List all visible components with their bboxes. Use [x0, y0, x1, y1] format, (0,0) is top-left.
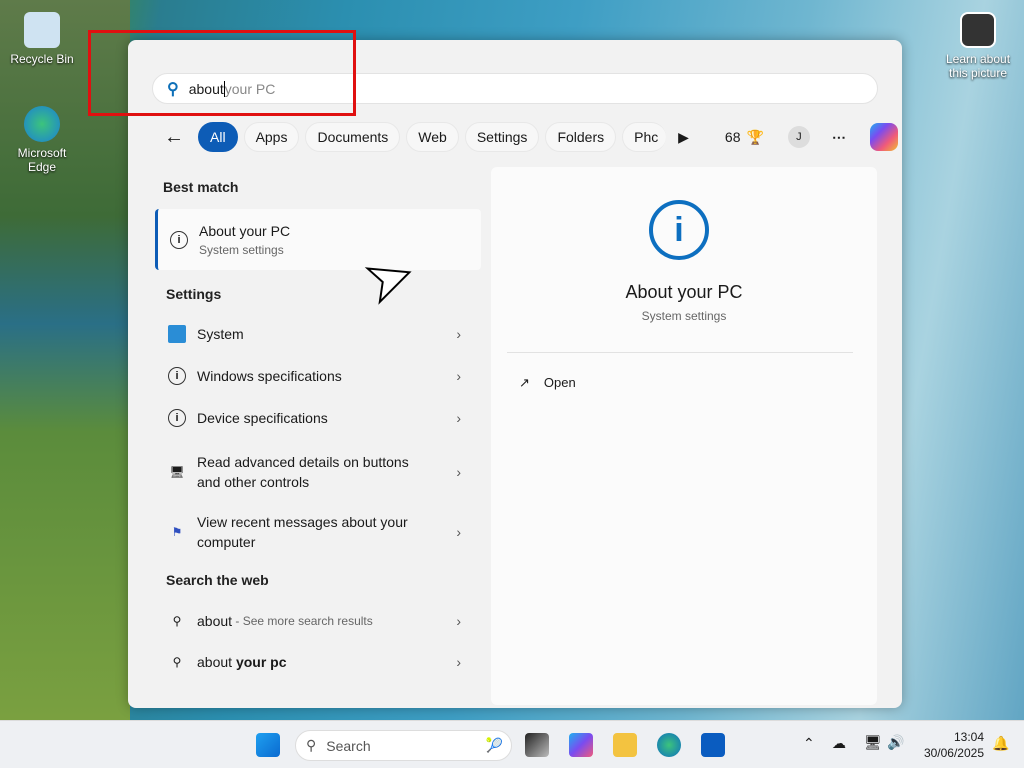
avatar[interactable]: J [787, 126, 810, 148]
label: Learn about this picture [945, 52, 1011, 80]
taskbar-search[interactable]: ⚲ Search 🎾 [295, 730, 512, 761]
monitor-alert-icon: 🖥 [169, 465, 185, 479]
section-settings: Settings [166, 286, 222, 302]
rewards-points[interactable]: 68 [725, 129, 741, 145]
chip-apps[interactable]: Apps [243, 122, 300, 152]
info-large-icon: i [649, 200, 709, 260]
recycle-bin-icon [24, 12, 60, 48]
back-arrow-icon[interactable]: ← [164, 126, 184, 149]
settings-item-system[interactable]: System › [156, 322, 481, 346]
label-bold: your pc [235, 654, 287, 670]
onedrive-icon[interactable]: ☁ [832, 735, 846, 752]
preview-pane: i About your PC System settings ↗ Open [491, 167, 877, 705]
desktop-icon-recycle-bin[interactable]: Recycle Bin [7, 12, 77, 66]
trophy-icon: 🏆 [746, 128, 764, 145]
chip-documents[interactable]: Documents [305, 122, 401, 152]
label: View recent messages about your computer [197, 514, 408, 550]
file-explorer-icon[interactable] [613, 733, 637, 757]
network-icon[interactable]: 🖥 [864, 734, 882, 751]
open-external-icon: ↗ [519, 375, 530, 390]
camera-info-icon [960, 12, 996, 48]
label: System [197, 326, 244, 342]
divider [507, 352, 853, 353]
search-icon: ⚲ [172, 655, 182, 669]
preview-subtitle: System settings [641, 309, 727, 323]
info-icon: i [170, 230, 188, 249]
open-action[interactable]: ↗ Open [519, 375, 576, 391]
chevron-right-icon: › [456, 368, 461, 384]
learn-about-picture[interactable]: Learn about this picture [943, 12, 1013, 80]
highlight-box [88, 30, 356, 116]
start-button[interactable] [256, 733, 280, 757]
chip-settings[interactable]: Settings [464, 122, 540, 152]
tennis-icon: 🎾 [485, 737, 503, 753]
flag-icon: ⚑ [171, 525, 183, 539]
notifications-icon[interactable]: 🔔 [992, 735, 1009, 752]
search-icon: ⚲ [172, 614, 182, 628]
volume-icon[interactable]: 🔊 [887, 734, 904, 751]
settings-item-device-specs[interactable]: i Device specifications › [156, 406, 481, 430]
settings-item-recent-messages[interactable]: ⚑ View recent messages about your compute… [156, 510, 481, 554]
best-match-about-your-pc[interactable]: i About your PC System settings [155, 209, 481, 270]
chevron-right-icon: › [456, 410, 461, 426]
chevron-right-icon: › [456, 524, 461, 540]
taskbar: ⚲ Search 🎾 ⌃ ☁ 🖥 🔊 13:04 30/06/2025 🔔 [0, 720, 1024, 768]
chip-folders[interactable]: Folders [545, 122, 617, 152]
search-icon: ⚲ [306, 737, 317, 753]
copilot-app-icon[interactable] [569, 733, 593, 757]
label: about [197, 654, 236, 670]
label: Device specifications [197, 410, 328, 426]
label: Recycle Bin [10, 52, 74, 66]
date: 30/06/2025 [923, 746, 984, 760]
edge-taskbar-icon[interactable] [657, 733, 681, 757]
subtitle: System settings [199, 242, 284, 257]
open-label: Open [543, 375, 576, 390]
title: About your PC [199, 222, 291, 239]
web-result-about-your-pc[interactable]: ⚲ about your pc › [156, 650, 481, 674]
chip-photos[interactable]: Phc [622, 122, 667, 152]
edge-icon [24, 106, 60, 142]
chip-all[interactable]: All [198, 122, 238, 152]
chevron-right-icon: › [456, 464, 461, 480]
section-search-web: Search the web [166, 572, 269, 588]
chevron-right-icon: › [456, 326, 461, 342]
outlook-icon[interactable] [701, 733, 725, 757]
chevron-right-icon: › [456, 654, 461, 670]
filter-chips: ← All Apps Documents Web Settings Folder… [164, 122, 898, 152]
more-chips-arrow-icon[interactable]: ▶ [678, 129, 689, 146]
search-label: Search [326, 737, 371, 754]
time: 13:04 [953, 730, 984, 744]
settings-item-windows-specs[interactable]: i Windows specifications › [156, 364, 481, 388]
label: Read advanced details on buttons and oth… [197, 454, 409, 490]
more-options-icon[interactable]: ⋯ [832, 129, 846, 146]
settings-item-advanced-details[interactable]: 🖥 Read advanced details on buttons and ot… [156, 450, 481, 494]
monitor-icon [168, 325, 186, 343]
chevron-right-icon: › [456, 613, 461, 629]
label: about [197, 613, 233, 629]
chip-web[interactable]: Web [406, 122, 459, 152]
section-best-match: Best match [163, 179, 239, 195]
start-search-panel: ⚲ about your PC ← All Apps Documents Web… [128, 40, 902, 708]
web-result-about[interactable]: ⚲ about - See more search results › [156, 609, 481, 633]
task-view-icon[interactable] [525, 733, 549, 757]
show-hidden-icons[interactable]: ⌃ [803, 735, 815, 752]
copilot-icon[interactable] [869, 123, 898, 151]
clock[interactable]: 13:04 30/06/2025 [918, 729, 984, 761]
desktop-icon-edge[interactable]: Microsoft Edge [7, 106, 77, 174]
label-suffix: - See more search results [232, 614, 373, 628]
label: Windows specifications [197, 368, 342, 384]
label: Microsoft Edge [17, 146, 67, 174]
preview-title: About your PC [625, 282, 743, 302]
info-icon: i [168, 409, 186, 427]
info-icon: i [168, 367, 186, 385]
